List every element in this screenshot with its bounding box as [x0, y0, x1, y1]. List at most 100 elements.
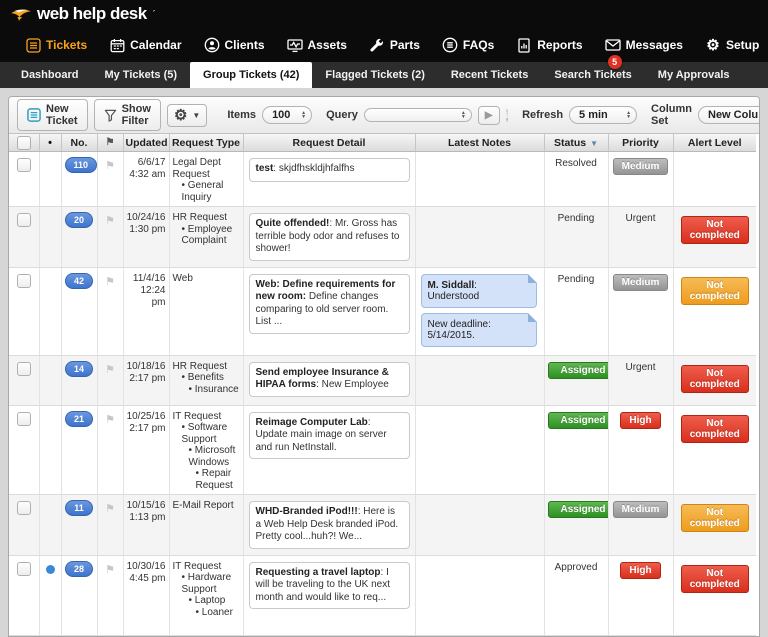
toolbar: New Ticket Show Filter ⚙ ▼ Items 100 ▲▼ …	[9, 97, 759, 134]
request-type-line: E-Mail Report	[173, 500, 240, 512]
unread-cell	[39, 267, 61, 355]
row-select-cell	[9, 355, 39, 405]
nav-item-parts[interactable]: Parts	[358, 28, 431, 62]
nav-item-assets[interactable]: Assets	[276, 28, 358, 62]
request-detail-box[interactable]: Web: Define requirements for new room: D…	[249, 274, 410, 334]
nav-item-setup[interactable]: ⚙Setup	[694, 28, 768, 62]
subnav-tab-my-approvals[interactable]: My Approvals	[645, 62, 743, 88]
ticket-number-badge[interactable]: 21	[65, 411, 93, 427]
app-logo: web help desk ´	[10, 4, 156, 24]
ticket-number-badge[interactable]: 28	[65, 561, 93, 577]
priority-badge: Medium	[613, 501, 669, 518]
request-detail-box[interactable]: Send employee Insurance & HIPAA forms: N…	[249, 362, 410, 397]
updated-time: 1:13 pm	[127, 512, 166, 524]
flag-cell: ⚑	[97, 555, 123, 635]
alert-level-column-header[interactable]: Alert Level	[673, 134, 756, 152]
row-select-cell	[9, 555, 39, 635]
show-filter-button[interactable]: Show Filter	[94, 99, 161, 131]
request-detail-column-header[interactable]: Request Detail	[243, 134, 415, 152]
refresh-select[interactable]: 5 min ▲▼	[569, 106, 637, 124]
flag-icon[interactable]: ⚑	[101, 502, 120, 515]
query-info-icon: i	[506, 109, 509, 122]
ticket-number-badge[interactable]: 11	[65, 500, 93, 516]
column-set-select[interactable]: New Colu ▲▼	[698, 106, 760, 124]
note-box[interactable]: M. Siddall: Understood	[421, 274, 537, 308]
flag-icon[interactable]: ⚑	[101, 413, 120, 426]
row-checkbox[interactable]	[17, 158, 31, 172]
request-detail-box[interactable]: Quite offended!: Mr. Gross has terrible …	[249, 213, 410, 261]
latest-notes-cell: M. Siddall: Understood New deadline: 5/14…	[415, 267, 544, 355]
flag-column-header[interactable]: ⚑	[97, 134, 123, 152]
request-type-cell: HR Request• Employee Complaint	[169, 207, 243, 268]
nav-item-calendar[interactable]: Calendar	[98, 28, 192, 62]
nav-item-reports[interactable]: Reports	[505, 28, 593, 62]
request-detail-box[interactable]: test: skjdfhskldjhfalfhs	[249, 158, 410, 182]
number-column-header[interactable]: No.	[61, 134, 97, 152]
flag-icon[interactable]: ⚑	[101, 214, 120, 227]
latest-notes-cell	[415, 355, 544, 405]
new-ticket-button[interactable]: New Ticket	[17, 99, 88, 131]
bulk-action-gear-button[interactable]: ⚙ ▼	[167, 104, 207, 127]
items-select[interactable]: 100 ▲▼	[262, 106, 312, 124]
items-label: Items	[227, 109, 256, 121]
row-checkbox[interactable]	[17, 562, 31, 576]
unread-cell	[39, 495, 61, 556]
updated-time: 2:17 pm	[127, 423, 166, 435]
latest-notes-cell	[415, 555, 544, 635]
request-type-column-header[interactable]: Request Type	[169, 134, 243, 152]
status-column-header[interactable]: Status▼	[544, 134, 608, 152]
request-type-cell: E-Mail Report	[169, 495, 243, 556]
run-query-button[interactable]: ▶	[478, 106, 500, 125]
request-detail-box[interactable]: WHD-Branded iPod!!!: Here is a Web Help …	[249, 501, 410, 549]
latest-notes-column-header[interactable]: Latest Notes	[415, 134, 544, 152]
priority-badge: High	[620, 412, 660, 429]
request-type-line: • Software Support	[173, 422, 240, 445]
row-checkbox[interactable]	[17, 274, 31, 288]
request-detail-subject: Quite offended!	[256, 218, 330, 229]
select-all-header[interactable]	[9, 134, 39, 152]
subnav-tab-recent-tickets[interactable]: Recent Tickets	[438, 62, 541, 88]
flag-icon[interactable]: ⚑	[101, 563, 120, 576]
status: Pending	[544, 207, 608, 268]
request-detail-box[interactable]: Requesting a travel laptop: I will be tr…	[249, 562, 410, 610]
ticket-number-badge[interactable]: 14	[65, 361, 93, 377]
nav-item-clients[interactable]: Clients	[193, 28, 276, 62]
subnav-tab-flagged-tickets-2[interactable]: Flagged Tickets (2)	[312, 62, 437, 88]
subnav-tab-search-tickets[interactable]: Search Tickets	[541, 62, 644, 88]
query-select[interactable]: ▲▼	[364, 108, 472, 122]
alert-level-badge: Not completed	[681, 216, 750, 244]
note-box[interactable]: New deadline: 5/14/2015.	[421, 313, 537, 347]
alert-level: Not completed	[673, 355, 756, 405]
nav-item-tickets[interactable]: Tickets	[14, 28, 98, 62]
gear-icon: ⚙	[174, 108, 187, 123]
select-all-checkbox[interactable]	[17, 136, 31, 150]
ticket-number-badge[interactable]: 20	[65, 212, 93, 228]
alert-level-badge: Not completed	[681, 277, 750, 305]
ticket-row: 20⚑10/24/161:30 pmHR Request• Employee C…	[9, 207, 756, 268]
flag-icon[interactable]: ⚑	[101, 159, 120, 172]
nav-item-messages[interactable]: Messages5	[594, 28, 694, 62]
refresh-label: Refresh	[522, 109, 563, 121]
request-type-cell: Web	[169, 267, 243, 355]
request-detail-box[interactable]: Reimage Computer Lab: Update main image …	[249, 412, 410, 460]
flag-icon[interactable]: ⚑	[101, 275, 120, 288]
flag-icon[interactable]: ⚑	[101, 363, 120, 376]
nav-item-faqs[interactable]: FAQs	[431, 28, 505, 62]
subnav-tab-group-tickets-42[interactable]: Group Tickets (42)	[190, 62, 312, 88]
request-detail-cell: Send employee Insurance & HIPAA forms: N…	[243, 355, 415, 405]
row-checkbox[interactable]	[17, 412, 31, 426]
request-type-line: Legal Dept Request	[173, 157, 240, 180]
ticket-number-badge[interactable]: 42	[65, 273, 93, 289]
updated-column-header[interactable]: Updated	[123, 134, 169, 152]
subnav-tab-my-tickets-5[interactable]: My Tickets (5)	[91, 62, 190, 88]
unread-column-header[interactable]: •	[39, 134, 61, 152]
row-checkbox[interactable]	[17, 362, 31, 376]
ticket-number-badge[interactable]: 110	[65, 157, 98, 173]
new-ticket-label: New Ticket	[46, 103, 78, 127]
priority-column-header[interactable]: Priority	[608, 134, 673, 152]
row-checkbox[interactable]	[17, 501, 31, 515]
row-checkbox[interactable]	[17, 213, 31, 227]
flag-cell: ⚑	[97, 405, 123, 495]
ticket-row: 14⚑10/18/162:17 pmHR Request• Benefits• …	[9, 355, 756, 405]
subnav-tab-dashboard[interactable]: Dashboard	[8, 62, 91, 88]
